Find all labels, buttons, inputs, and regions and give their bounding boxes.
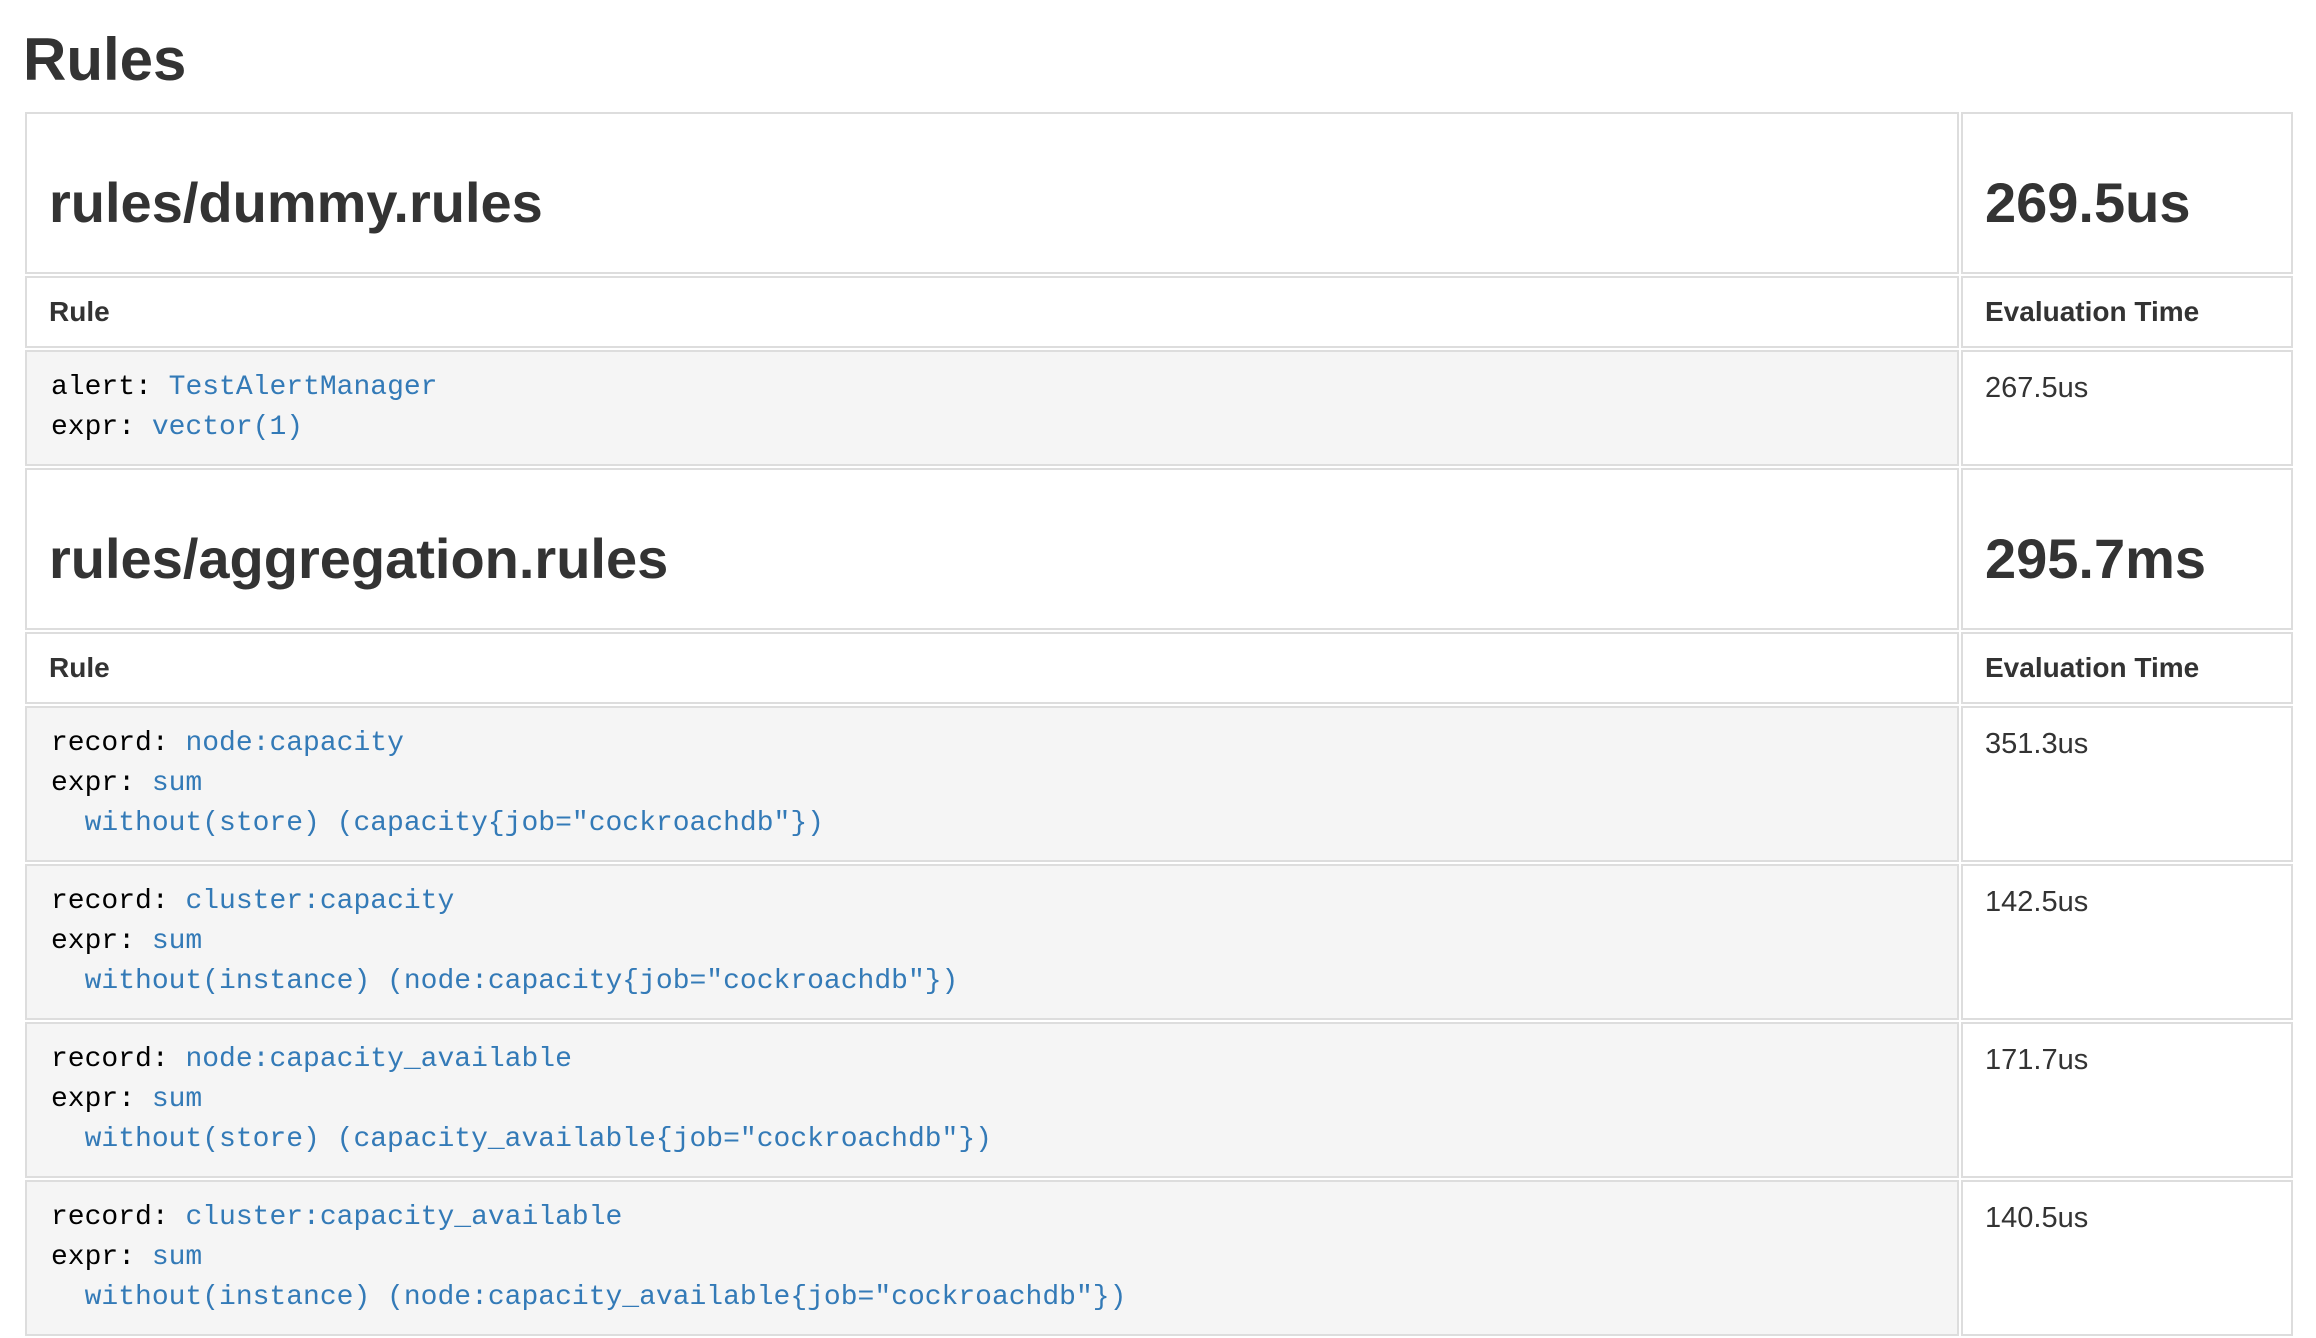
rule-group-file: rules/aggregation.rules	[49, 528, 1935, 590]
expr-link[interactable]: sum without(store) (capacity{job="cockro…	[51, 768, 824, 839]
rule-eval-time-cell: 142.5us	[1961, 864, 2293, 1020]
rule-row: record: cluster:capacity expr: sum witho…	[25, 864, 2293, 1020]
rule-definition: record: cluster:capacity expr: sum witho…	[51, 882, 1933, 1002]
rule-definition: record: cluster:capacity_available expr:…	[51, 1198, 1933, 1318]
expr-keyword: expr:	[51, 768, 135, 799]
rule-eval-time-cell: 267.5us	[1961, 350, 2293, 466]
record-keyword: record:	[51, 728, 169, 759]
rule-definition: record: node:capacity expr: sum without(…	[51, 724, 1933, 844]
rule-definition-cell: alert: TestAlertManager expr: vector(1)	[25, 350, 1959, 466]
rule-definition: alert: TestAlertManager expr: vector(1)	[51, 368, 1933, 448]
page-title: Rules	[23, 26, 2295, 94]
alert-link[interactable]: TestAlertManager	[169, 372, 438, 403]
column-header-eval-time: Evaluation Time	[1961, 276, 2293, 348]
column-header-rule: Rule	[25, 276, 1959, 348]
rule-definition: record: node:capacity_available expr: su…	[51, 1040, 1933, 1160]
rule-group-eval-time-cell: 295.7ms	[1961, 468, 2293, 630]
column-header-rule: Rule	[25, 632, 1959, 704]
expr-link[interactable]: sum without(store) (capacity_available{j…	[51, 1084, 992, 1155]
rule-eval-time-cell: 351.3us	[1961, 706, 2293, 862]
expr-link[interactable]: sum without(instance) (node:capacity{job…	[51, 926, 958, 997]
rule-group-eval-time: 269.5us	[1985, 172, 2269, 234]
record-link[interactable]: cluster:capacity	[185, 886, 454, 917]
page-container: Rules rules/dummy.rules269.5usRuleEvalua…	[0, 0, 2316, 1338]
rule-group-row: rules/aggregation.rules 295.7ms	[25, 468, 2293, 630]
column-header-row: RuleEvaluation Time	[25, 632, 2293, 704]
rule-row: record: node:capacity_available expr: su…	[25, 1022, 2293, 1178]
record-link[interactable]: node:capacity_available	[185, 1044, 571, 1075]
expr-keyword: expr:	[51, 926, 135, 957]
rules-table: rules/dummy.rules269.5usRuleEvaluation T…	[23, 110, 2295, 1338]
expr-keyword: expr:	[51, 1242, 135, 1273]
rule-row: record: cluster:capacity_available expr:…	[25, 1180, 2293, 1336]
rule-definition-cell: record: cluster:capacity expr: sum witho…	[25, 864, 1959, 1020]
record-keyword: record:	[51, 886, 169, 917]
rule-group-file: rules/dummy.rules	[49, 172, 1935, 234]
rule-definition-cell: record: node:capacity expr: sum without(…	[25, 706, 1959, 862]
expr-keyword: expr:	[51, 1084, 135, 1115]
rule-row: record: node:capacity expr: sum without(…	[25, 706, 2293, 862]
expr-link[interactable]: sum without(instance) (node:capacity_ava…	[51, 1242, 1126, 1313]
column-header-row: RuleEvaluation Time	[25, 276, 2293, 348]
column-header-eval-time: Evaluation Time	[1961, 632, 2293, 704]
expr-link[interactable]: vector(1)	[152, 412, 303, 443]
rule-row: alert: TestAlertManager expr: vector(1) 2…	[25, 350, 2293, 466]
rule-eval-time-cell: 171.7us	[1961, 1022, 2293, 1178]
record-link[interactable]: node:capacity	[185, 728, 403, 759]
rule-group-row: rules/dummy.rules 269.5us	[25, 112, 2293, 274]
record-link[interactable]: cluster:capacity_available	[185, 1202, 622, 1233]
rule-group-eval-time: 295.7ms	[1985, 528, 2269, 590]
rule-definition-cell: record: node:capacity_available expr: su…	[25, 1022, 1959, 1178]
alert-keyword: alert:	[51, 372, 152, 403]
rule-eval-time-cell: 140.5us	[1961, 1180, 2293, 1336]
rules-table-body: rules/dummy.rules269.5usRuleEvaluation T…	[25, 112, 2293, 1336]
expr-keyword: expr:	[51, 412, 135, 443]
rule-group-file-cell: rules/dummy.rules	[25, 112, 1959, 274]
rule-definition-cell: record: cluster:capacity_available expr:…	[25, 1180, 1959, 1336]
record-keyword: record:	[51, 1044, 169, 1075]
record-keyword: record:	[51, 1202, 169, 1233]
rule-group-file-cell: rules/aggregation.rules	[25, 468, 1959, 630]
rule-group-eval-time-cell: 269.5us	[1961, 112, 2293, 274]
